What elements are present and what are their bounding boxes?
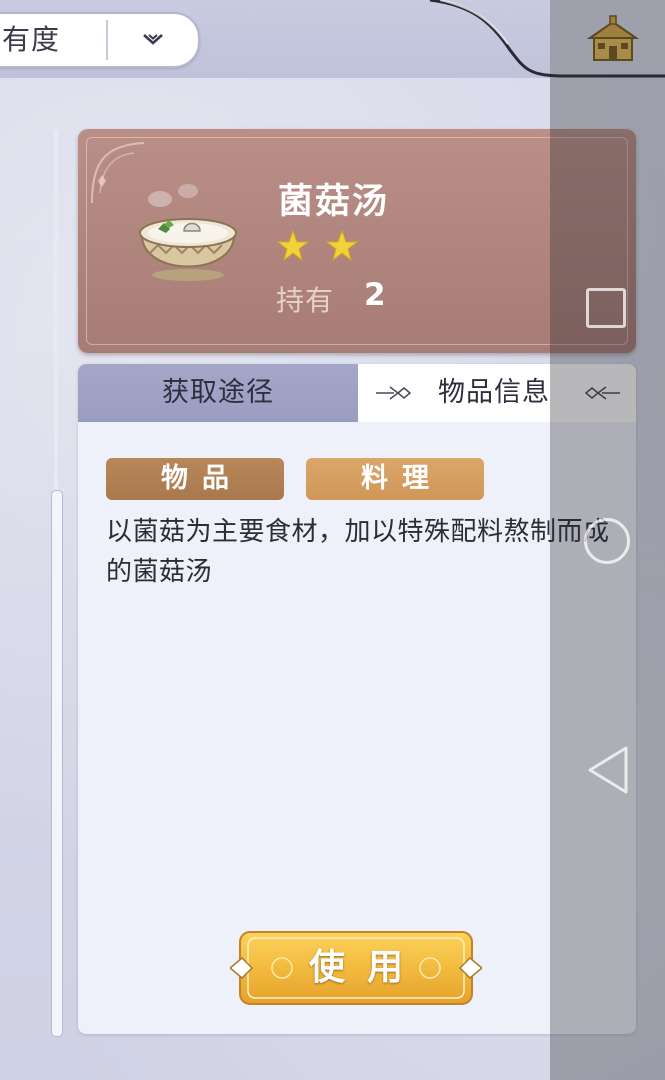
mushroom-soup-icon (139, 184, 237, 281)
home-circle-icon[interactable] (584, 518, 630, 564)
sort-divider (106, 20, 108, 60)
owned-label: 持有 (276, 284, 335, 317)
item-name: 菌菇汤 (278, 182, 390, 222)
use-button-label: 使用 (308, 947, 425, 988)
scrollbar-thumb[interactable] (51, 490, 63, 1037)
system-nav-bar (550, 0, 665, 1080)
back-triangle-icon[interactable] (584, 744, 632, 796)
owned-count: 2 (364, 277, 386, 313)
star-icon (276, 229, 310, 262)
sort-dropdown[interactable]: 有度 (0, 12, 200, 68)
item-description: 以菌菇为主要食材，加以特殊配料熬制而成的菌菇汤 (106, 517, 610, 587)
recent-apps-icon[interactable] (586, 288, 626, 328)
tab-ornament-left-icon (376, 386, 412, 400)
tab-item-info-label: 物品信息 (438, 377, 550, 408)
chevron-down-icon[interactable] (140, 27, 166, 53)
tab-acquisition[interactable]: 获取途径 (78, 364, 358, 422)
tag-item: 物品 (106, 458, 284, 500)
use-button[interactable]: 使用 (230, 928, 482, 1008)
tag-cooking: 料理 (306, 458, 484, 500)
sort-label: 有度 (2, 23, 61, 56)
star-icon (325, 229, 359, 262)
